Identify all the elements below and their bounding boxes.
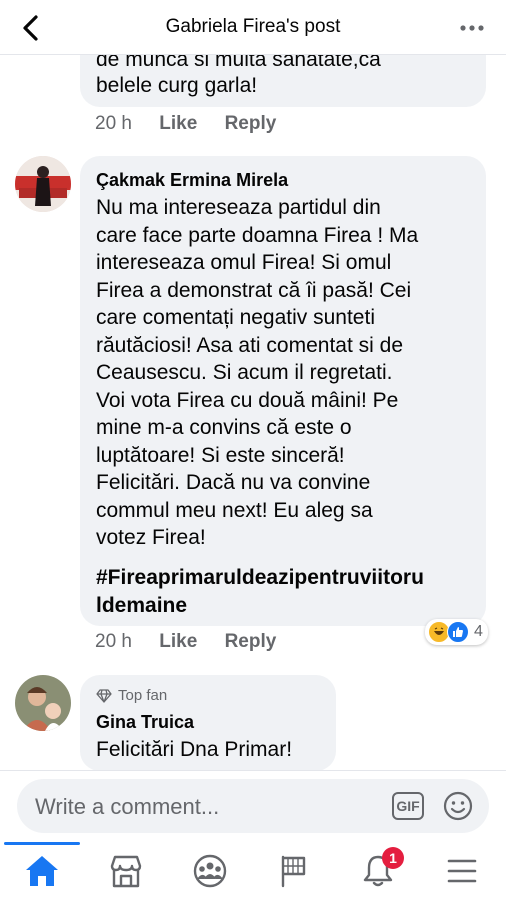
comment-time: 20 h [95, 631, 132, 652]
comment-text-line: Voi vota Firea cu două mâini! Pe [96, 388, 399, 412]
comment-bubble: Çakmak Ermina Mirela Nu ma intereseaza p… [80, 156, 486, 626]
comment-text: belele curg garla! [96, 74, 258, 97]
comment-input[interactable] [33, 779, 377, 835]
top-fan-badge: Top fan [96, 687, 167, 704]
reply-button[interactable]: Reply [225, 113, 277, 134]
gif-button[interactable]: GIF [392, 792, 424, 820]
comment-bubble: Top fan Gina Truica Felicitări Dna Prima… [80, 675, 336, 770]
flag-icon [281, 855, 306, 888]
marketplace-icon [110, 855, 142, 888]
more-options-icon[interactable] [456, 14, 488, 42]
tab-groups[interactable] [168, 842, 252, 900]
tab-pages[interactable] [252, 842, 336, 900]
comment-text-line: care face parte doamna Firea ! Ma [96, 223, 419, 247]
menu-icon [447, 859, 477, 883]
comment-text-line: mine m-a convins că este o [96, 416, 352, 439]
notification-badge: 1 [382, 847, 404, 869]
comment-text-line: care comentați negativ sunteti [96, 306, 375, 329]
post-header: Gabriela Firea's post [0, 0, 506, 55]
tab-home[interactable] [0, 842, 84, 900]
like-button[interactable]: Like [159, 631, 197, 652]
comment-text-line: Firea a demonstrat că îi pasă! Cei [96, 278, 412, 302]
comment-meta: 20 h Like Reply [95, 631, 298, 653]
comment-text-line: Nu ma intereseaza partidul din [96, 196, 381, 219]
comment-text-line: răutăciosi! Asa ati comentat si de [96, 333, 403, 357]
reply-button[interactable]: Reply [225, 631, 277, 652]
comment-hashtag[interactable]: #Fireaprimaruldeazipentruviitoru ldemain… [96, 564, 476, 619]
groups-icon [193, 854, 227, 888]
comment-text-line: Ceausescu. Si acum il regretati. [96, 361, 393, 384]
reactions-summary[interactable]: 4 [425, 619, 488, 645]
comment-text-line: intereseaza omul Firea! Si omul [96, 251, 392, 274]
tab-marketplace[interactable] [84, 842, 168, 900]
page-title: Gabriela Firea's post [165, 16, 341, 37]
comment-text: Felicitări Dna Primar! [96, 738, 293, 761]
comment-meta: 20 h Like Reply [95, 113, 298, 135]
reaction-count: 4 [474, 623, 483, 640]
tab-notifications[interactable]: 1 [336, 842, 420, 900]
comments-feed: de munca si multa sanatate,ca belele cur… [0, 55, 506, 770]
comment-author[interactable]: Gina Truica [96, 712, 194, 733]
emoji-icon[interactable] [442, 790, 474, 822]
avatar[interactable] [15, 675, 71, 731]
tab-menu[interactable] [420, 842, 504, 900]
comment-text: Nu ma intereseaza partidul din care face … [96, 194, 418, 552]
comment-text-line: votez Firea! [96, 526, 206, 549]
like-icon [447, 621, 469, 643]
comment-text-partial: de munca si multa sanatate,ca [96, 55, 381, 71]
comment-composer-bar: GIF [0, 770, 506, 843]
comment-text-line: luptătoare! Si este sinceră! [96, 443, 345, 467]
diamond-icon [96, 688, 112, 703]
comment-time: 20 h [95, 113, 132, 134]
comment-text-line: commul meu next! Eu aleg sa [96, 498, 373, 522]
comment-author[interactable]: Çakmak Ermina Mirela [96, 170, 288, 191]
comment-composer[interactable]: GIF [17, 779, 489, 835]
comment-text-line: Felicitări. Dacă nu va convine [96, 471, 371, 494]
comment-bubble: de munca si multa sanatate,ca belele cur… [80, 55, 486, 107]
bottom-tab-bar: 1 [0, 842, 506, 900]
like-button[interactable]: Like [159, 113, 197, 134]
avatar[interactable] [15, 156, 71, 212]
home-icon [26, 856, 58, 886]
